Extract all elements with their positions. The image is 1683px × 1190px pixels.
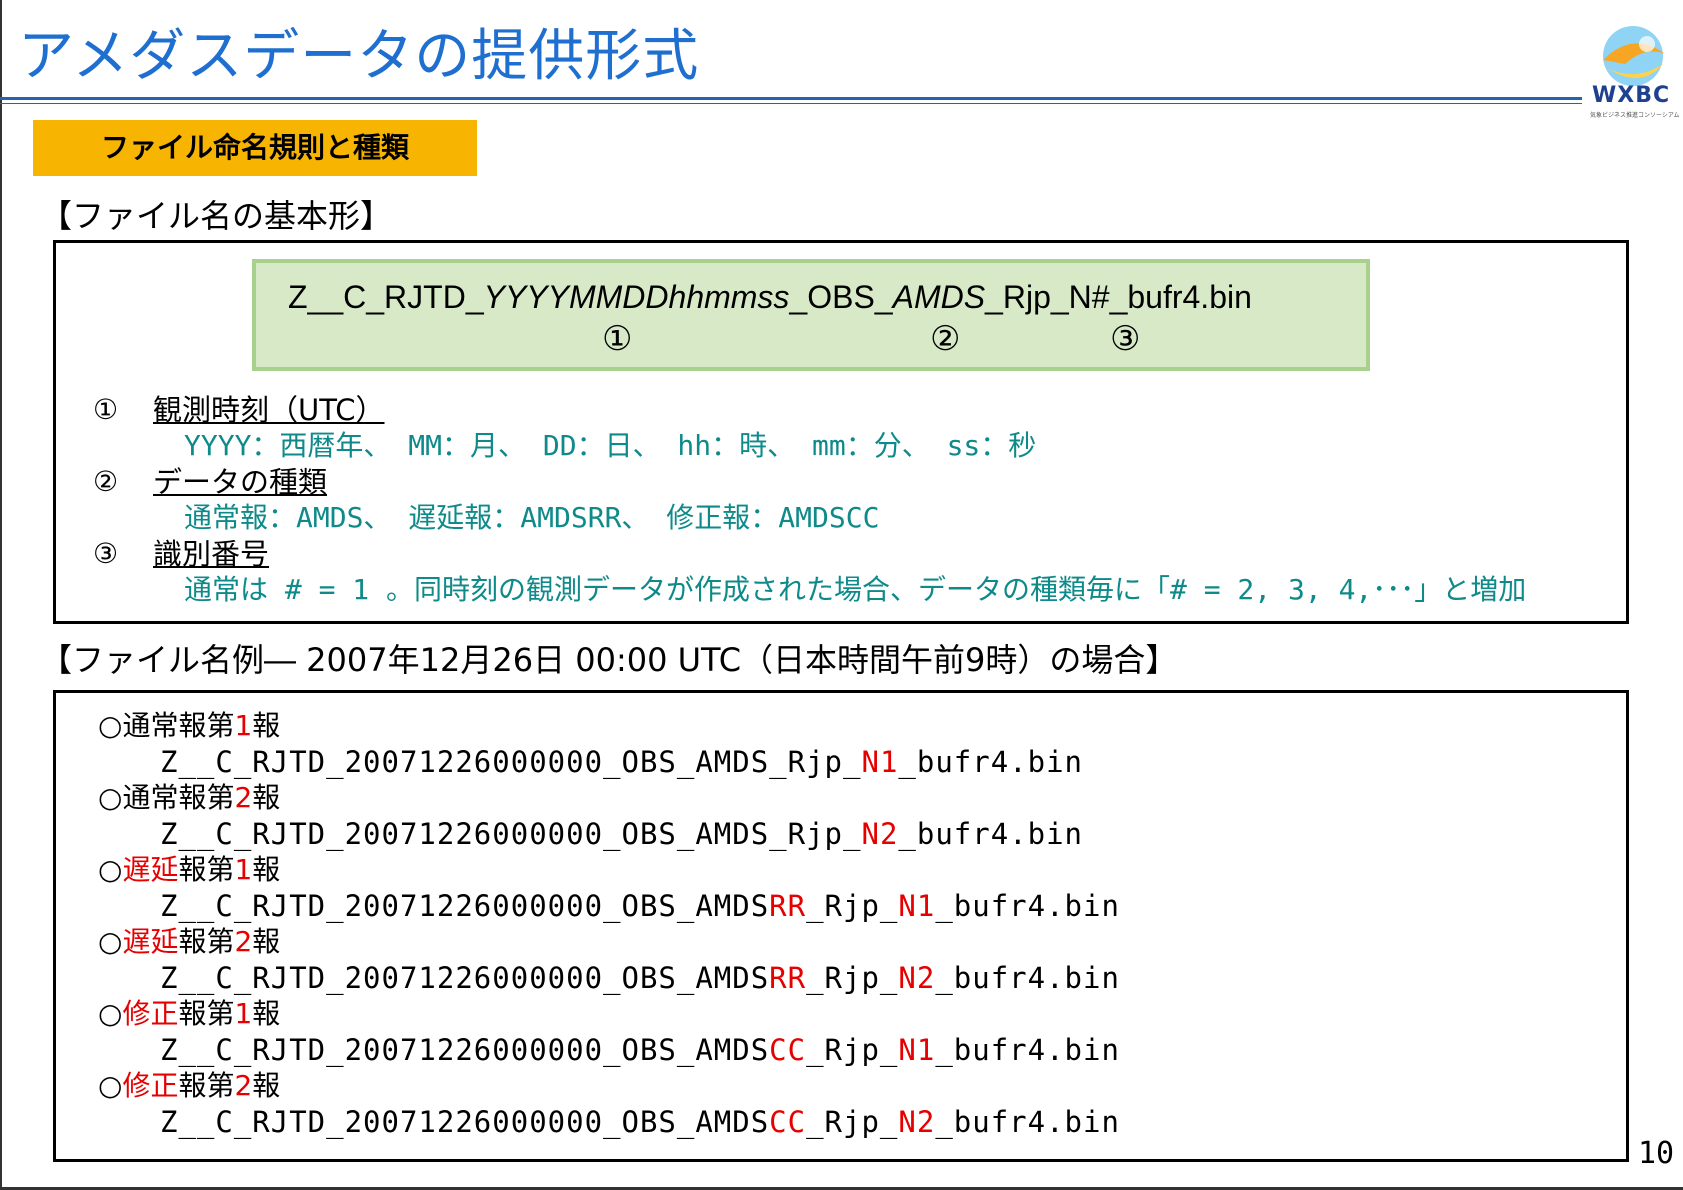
example-num: 1 (234, 853, 253, 886)
example-mark: ○ (98, 1069, 123, 1102)
example-filename: Z__C_RJTD_20071226000000_OBS_AMDS_Rjp_N1… (160, 744, 1083, 780)
example-kind: 遅延 (122, 925, 179, 958)
example-report: 報第 (178, 1069, 235, 1102)
example-filename: Z__C_RJTD_20071226000000_OBS_AMDSCC_Rjp_… (160, 1032, 1120, 1068)
filename-suffix: _bufr4.bin (935, 889, 1120, 923)
filename-mid: _Rjp_ (806, 889, 899, 923)
filename-n-code: N1 (861, 745, 899, 779)
basic-form-heading: 【ファイル名の基本形】 (40, 197, 393, 235)
example-num: 1 (234, 709, 253, 742)
example-num: 2 (234, 925, 253, 958)
filename-type-suffix: CC (769, 1105, 807, 1139)
format-prefix: Z__C_RJTD_ (288, 279, 484, 315)
example-num-suffix: 報 (252, 1069, 281, 1102)
filename-mid: _Rjp_ (806, 1033, 899, 1067)
example-mark: ○ (98, 925, 123, 958)
marker-1: ① (602, 319, 633, 359)
slide-left-border (0, 0, 2, 1190)
example-label: ○遅延報第2報 (98, 924, 280, 960)
page-number: 10 (1638, 1136, 1675, 1171)
example-filename: Z__C_RJTD_20071226000000_OBS_AMDSRR_Rjp_… (160, 888, 1120, 924)
filename-suffix: _bufr4.bin (898, 745, 1084, 779)
format-suffix: _Rjp_N#_bufr4.bin (985, 279, 1252, 315)
logo-text: WXBC (1592, 83, 1671, 108)
example-label: ○通常報第2報 (98, 780, 280, 816)
filename-prefix: Z__C_RJTD_20071226000000_OBS_AMDS (160, 1105, 770, 1139)
example-num-suffix: 報 (252, 925, 281, 958)
filename-suffix: _bufr4.bin (935, 961, 1120, 995)
example-num-suffix: 報 (252, 781, 281, 814)
example-report: 報第 (178, 781, 235, 814)
example-kind: 通常 (122, 781, 179, 814)
marker-2: ② (930, 319, 961, 359)
example-label: ○修正報第1報 (98, 996, 280, 1032)
filename-suffix: _bufr4.bin (898, 817, 1084, 851)
example-num-suffix: 報 (252, 853, 281, 886)
example-filename: Z__C_RJTD_20071226000000_OBS_AMDSRR_Rjp_… (160, 960, 1120, 996)
example-num-suffix: 報 (252, 997, 281, 1030)
filename-n-code: N2 (898, 961, 936, 995)
filename-format-banner: Z__C_RJTD_YYYYMMDDhhmmss_OBS_AMDS_Rjp_N#… (252, 259, 1370, 371)
example-mark: ○ (98, 853, 123, 886)
filename-mid: _Rjp_ (806, 961, 899, 995)
example-report: 報第 (178, 925, 235, 958)
example-num: 2 (234, 781, 253, 814)
filename-type-suffix: RR (769, 961, 807, 995)
example-report: 報第 (178, 997, 235, 1030)
example-num: 1 (234, 997, 253, 1030)
example-num-suffix: 報 (252, 709, 281, 742)
examples-heading: 【ファイル名例― 2007年12月26日 00:00 UTC（日本時間午前9時）… (40, 641, 1178, 679)
slide-title: アメダスデータの提供形式 (18, 24, 700, 89)
item-title-id-number: 識別番号 (153, 537, 270, 571)
item-title-data-type: データの種類 (153, 465, 328, 499)
example-mark: ○ (98, 781, 123, 814)
filename-n-code: N1 (898, 889, 936, 923)
example-label: ○通常報第1報 (98, 708, 280, 744)
filename-mid: _Rjp_ (806, 1105, 899, 1139)
filename-prefix: Z__C_RJTD_20071226000000_OBS_AMDS (160, 889, 770, 923)
format-mid: _OBS_ (789, 279, 893, 315)
example-kind: 通常 (122, 709, 179, 742)
example-kind: 修正 (122, 997, 179, 1030)
filename-n-code: N2 (861, 817, 899, 851)
filename-mid: _Rjp_ (769, 745, 862, 779)
title-rule-thin (0, 103, 1582, 104)
title-rule (0, 97, 1582, 100)
item-number: ① (93, 393, 119, 426)
filename-mid: _Rjp_ (769, 817, 862, 851)
example-mark: ○ (98, 997, 123, 1030)
example-report: 報第 (178, 853, 235, 886)
example-mark: ○ (98, 709, 123, 742)
example-filename: Z__C_RJTD_20071226000000_OBS_AMDSCC_Rjp_… (160, 1104, 1120, 1140)
example-kind: 修正 (122, 1069, 179, 1102)
format-type-part: AMDS (892, 279, 986, 315)
format-time-part: YYYYMMDDhhmmss (483, 279, 790, 315)
filename-prefix: Z__C_RJTD_20071226000000_OBS_AMDS (160, 961, 770, 995)
example-label: ○修正報第2報 (98, 1068, 280, 1104)
filename-prefix: Z__C_RJTD_20071226000000_OBS_AMDS (160, 817, 770, 851)
section-badge: ファイル命名規則と種類 (33, 120, 477, 176)
filename-format: Z__C_RJTD_YYYYMMDDhhmmss_OBS_AMDS_Rjp_N#… (288, 277, 1252, 317)
filename-n-code: N2 (898, 1105, 936, 1139)
filename-type-suffix: CC (769, 1033, 807, 1067)
item-number: ② (93, 465, 119, 498)
filename-type-suffix: RR (769, 889, 807, 923)
example-num: 2 (234, 1069, 253, 1102)
marker-3: ③ (1110, 319, 1141, 359)
filename-prefix: Z__C_RJTD_20071226000000_OBS_AMDS (160, 745, 770, 779)
item-number: ③ (93, 537, 119, 570)
item-description: 通常は # = 1 。同時刻の観測データが作成された場合、データの種類毎に「# … (184, 573, 1527, 606)
example-kind: 遅延 (122, 853, 179, 886)
filename-prefix: Z__C_RJTD_20071226000000_OBS_AMDS (160, 1033, 770, 1067)
item-description: 通常報：AMDS、 遅延報：AMDSRR、 修正報：AMDSCC (184, 501, 880, 534)
item-title-observation-time: 観測時刻（UTC） (153, 393, 385, 427)
example-report: 報第 (178, 709, 235, 742)
filename-n-code: N1 (898, 1033, 936, 1067)
logo-subtext: 気象ビジネス推進コンソーシアム (1590, 112, 1680, 119)
filename-suffix: _bufr4.bin (935, 1033, 1120, 1067)
example-label: ○遅延報第1報 (98, 852, 280, 888)
example-filename: Z__C_RJTD_20071226000000_OBS_AMDS_Rjp_N2… (160, 816, 1083, 852)
item-description: YYYY：西暦年、 MM：月、 DD：日、 hh：時、 mm：分、 ss：秒 (184, 429, 1037, 462)
filename-suffix: _bufr4.bin (935, 1105, 1120, 1139)
